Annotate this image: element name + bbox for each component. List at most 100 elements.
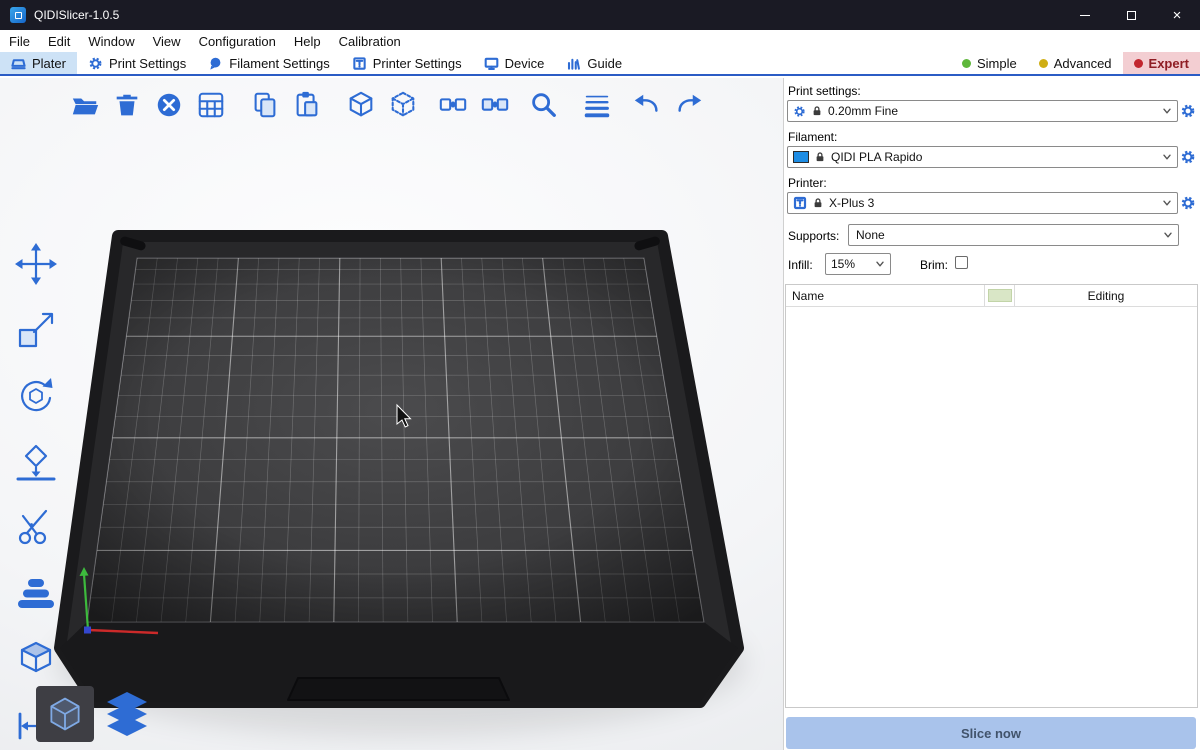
- supports-value: None: [854, 228, 885, 242]
- tab-device[interactable]: Device: [473, 52, 556, 74]
- simple-dot-icon: [962, 59, 971, 68]
- tab-filament-settings[interactable]: Filament Settings: [197, 52, 340, 74]
- mode-advanced[interactable]: Advanced: [1028, 52, 1123, 74]
- seam-paint-tool-button[interactable]: [8, 632, 63, 687]
- column-name[interactable]: Name: [786, 289, 984, 303]
- menu-edit[interactable]: Edit: [39, 30, 79, 52]
- cut-tool-button[interactable]: [8, 500, 63, 555]
- print-settings-label: Print settings:: [788, 84, 861, 98]
- window-title: QIDISlicer-1.0.5: [34, 8, 119, 22]
- print-settings-gear-button[interactable]: [1180, 103, 1196, 119]
- mode-simple[interactable]: Simple: [951, 52, 1028, 74]
- cube-dashed-icon: [388, 90, 418, 120]
- chevron-down-icon: [1163, 230, 1173, 240]
- split-objects-icon: [438, 90, 468, 120]
- gear-icon: [1180, 149, 1196, 165]
- scale-icon: [14, 308, 58, 352]
- minimize-button[interactable]: [1062, 0, 1108, 30]
- menu-file[interactable]: File: [0, 30, 39, 52]
- column-extruder[interactable]: [984, 285, 1014, 306]
- variable-layers-icon: [582, 90, 612, 120]
- paste-icon: [292, 90, 322, 120]
- print-settings-icon: [88, 56, 103, 71]
- printer-gear-button[interactable]: [1180, 195, 1196, 211]
- folder-open-icon: [70, 90, 100, 120]
- bed-front-slot: [288, 678, 509, 700]
- paste-button[interactable]: [292, 90, 322, 120]
- redo-icon: [674, 90, 704, 120]
- move-icon: [14, 242, 58, 286]
- printer-icon: [352, 56, 367, 71]
- maximize-button[interactable]: [1108, 0, 1154, 30]
- print-settings-combo[interactable]: 0.20mm Fine: [787, 100, 1178, 122]
- move-tool-button[interactable]: [8, 236, 63, 291]
- printer-combo[interactable]: X-Plus 3: [787, 192, 1178, 214]
- brim-checkbox[interactable]: [955, 256, 968, 269]
- delete-button[interactable]: [112, 90, 142, 120]
- tab-print-settings[interactable]: Print Settings: [77, 52, 197, 74]
- layer-height-button[interactable]: [582, 90, 612, 120]
- undo-button[interactable]: [632, 90, 662, 120]
- view-3d-button[interactable]: [36, 686, 94, 742]
- arrange-icon: [196, 90, 226, 120]
- arrange-button[interactable]: [196, 90, 226, 120]
- remove-instance-button[interactable]: [388, 90, 418, 120]
- scissors-icon: [14, 506, 58, 550]
- redo-button[interactable]: [674, 90, 704, 120]
- menu-window[interactable]: Window: [79, 30, 143, 52]
- filament-icon: [208, 56, 223, 71]
- slice-now-button[interactable]: Slice now: [786, 717, 1196, 749]
- copy-icon: [250, 90, 280, 120]
- object-list-header: Name Editing: [786, 285, 1197, 307]
- supports-combo[interactable]: None: [848, 224, 1179, 246]
- search-icon: [528, 88, 558, 122]
- menu-configuration[interactable]: Configuration: [190, 30, 285, 52]
- split-parts-button[interactable]: [480, 90, 510, 120]
- place-on-face-tool-button[interactable]: [8, 434, 63, 489]
- tab-plater[interactable]: Plater: [0, 52, 77, 74]
- printer-icon: [793, 196, 807, 210]
- support-paint-tool-button[interactable]: [8, 566, 63, 621]
- column-editing[interactable]: Editing: [1014, 285, 1197, 306]
- view-layers-button[interactable]: [102, 690, 152, 738]
- infill-combo[interactable]: 15%: [825, 253, 891, 275]
- filament-color-swatch: [793, 151, 809, 163]
- viewport-3d[interactable]: [0, 78, 783, 750]
- rotate-tool-button[interactable]: [8, 368, 63, 423]
- split-objects-button[interactable]: [438, 90, 468, 120]
- tab-guide[interactable]: Guide: [555, 52, 633, 74]
- cube-icon: [346, 90, 376, 120]
- sidebar: Print settings: 0.20mm Fine Filament: QI…: [783, 78, 1200, 750]
- delete-all-button[interactable]: [154, 90, 184, 120]
- filament-combo[interactable]: QIDI PLA Rapido: [787, 146, 1178, 168]
- scale-tool-button[interactable]: [8, 302, 63, 357]
- open-button[interactable]: [70, 90, 100, 120]
- search-button[interactable]: [528, 90, 558, 120]
- delete-all-icon: [154, 90, 184, 120]
- menu-help[interactable]: Help: [285, 30, 330, 52]
- close-button[interactable]: ×: [1154, 0, 1200, 30]
- print-bed: [60, 236, 738, 702]
- menu-view[interactable]: View: [144, 30, 190, 52]
- filament-value: QIDI PLA Rapido: [831, 150, 922, 164]
- object-list[interactable]: Name Editing: [785, 284, 1198, 708]
- undo-icon: [632, 90, 662, 120]
- menu-calibration[interactable]: Calibration: [330, 30, 410, 52]
- menu-bar: File Edit Window View Configuration Help…: [0, 30, 1200, 52]
- lock-icon: [811, 105, 823, 117]
- tab-printer-settings[interactable]: Printer Settings: [341, 52, 473, 74]
- supports-label: Supports:: [788, 229, 839, 243]
- plater-toolbar: [70, 90, 716, 120]
- copy-button[interactable]: [250, 90, 280, 120]
- minimize-icon: [1080, 15, 1090, 16]
- add-instance-button[interactable]: [346, 90, 376, 120]
- filament-gear-button[interactable]: [1180, 149, 1196, 165]
- split-parts-icon: [480, 90, 510, 120]
- print-bed-scene[interactable]: [0, 78, 783, 750]
- chevron-down-icon: [1162, 152, 1172, 162]
- plater-icon: [11, 56, 26, 71]
- mode-expert[interactable]: Expert: [1123, 52, 1200, 74]
- print-settings-value: 0.20mm Fine: [828, 104, 898, 118]
- chevron-down-icon: [1162, 198, 1172, 208]
- guide-icon: [566, 56, 581, 71]
